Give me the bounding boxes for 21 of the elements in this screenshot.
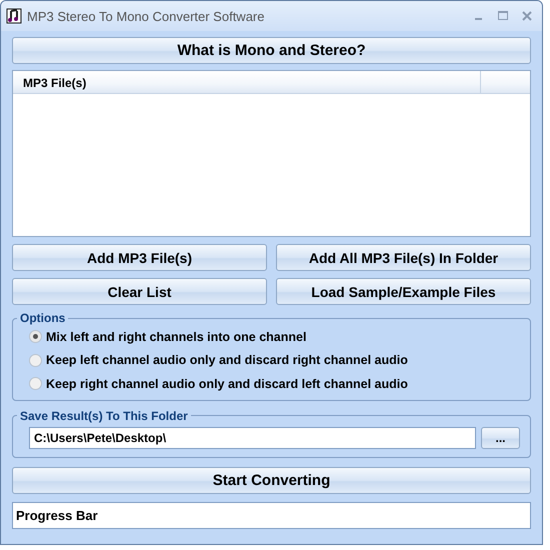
- radio-label[interactable]: Keep right channel audio only and discard left channel audio: [46, 376, 408, 391]
- group-title: Options: [19, 311, 66, 325]
- radio-button[interactable]: [29, 377, 42, 390]
- radio-label[interactable]: Keep left channel audio only and discard right channel audio: [46, 353, 408, 368]
- action-button[interactable]: Add MP3 File(s): [12, 244, 267, 271]
- folder-path-field[interactable]: C:\Users\Pete\Desktop\: [29, 426, 476, 448]
- radio-button[interactable]: [29, 330, 42, 344]
- action-button[interactable]: Add All MP3 File(s) In Folder: [276, 244, 531, 271]
- start-button[interactable]: Start Converting: [12, 466, 531, 494]
- music-note-icon: [6, 8, 22, 24]
- help-button[interactable]: What is Mono and Stereo?: [12, 37, 531, 64]
- maximize-icon[interactable]: [496, 10, 510, 22]
- radio-button[interactable]: [29, 354, 42, 367]
- browse-button[interactable]: ...: [481, 426, 520, 448]
- action-button[interactable]: Clear List: [12, 278, 267, 305]
- file-list[interactable]: MP3 File(s): [12, 70, 531, 237]
- close-icon[interactable]: [520, 10, 534, 22]
- action-button[interactable]: Load Sample/Example Files: [276, 278, 531, 305]
- window-title: MP3 Stereo To Mono Converter Software: [27, 8, 266, 24]
- radio-label[interactable]: Mix left and right channels into one channel: [46, 330, 306, 344]
- group-title: Save Result(s) To This Folder: [19, 408, 189, 422]
